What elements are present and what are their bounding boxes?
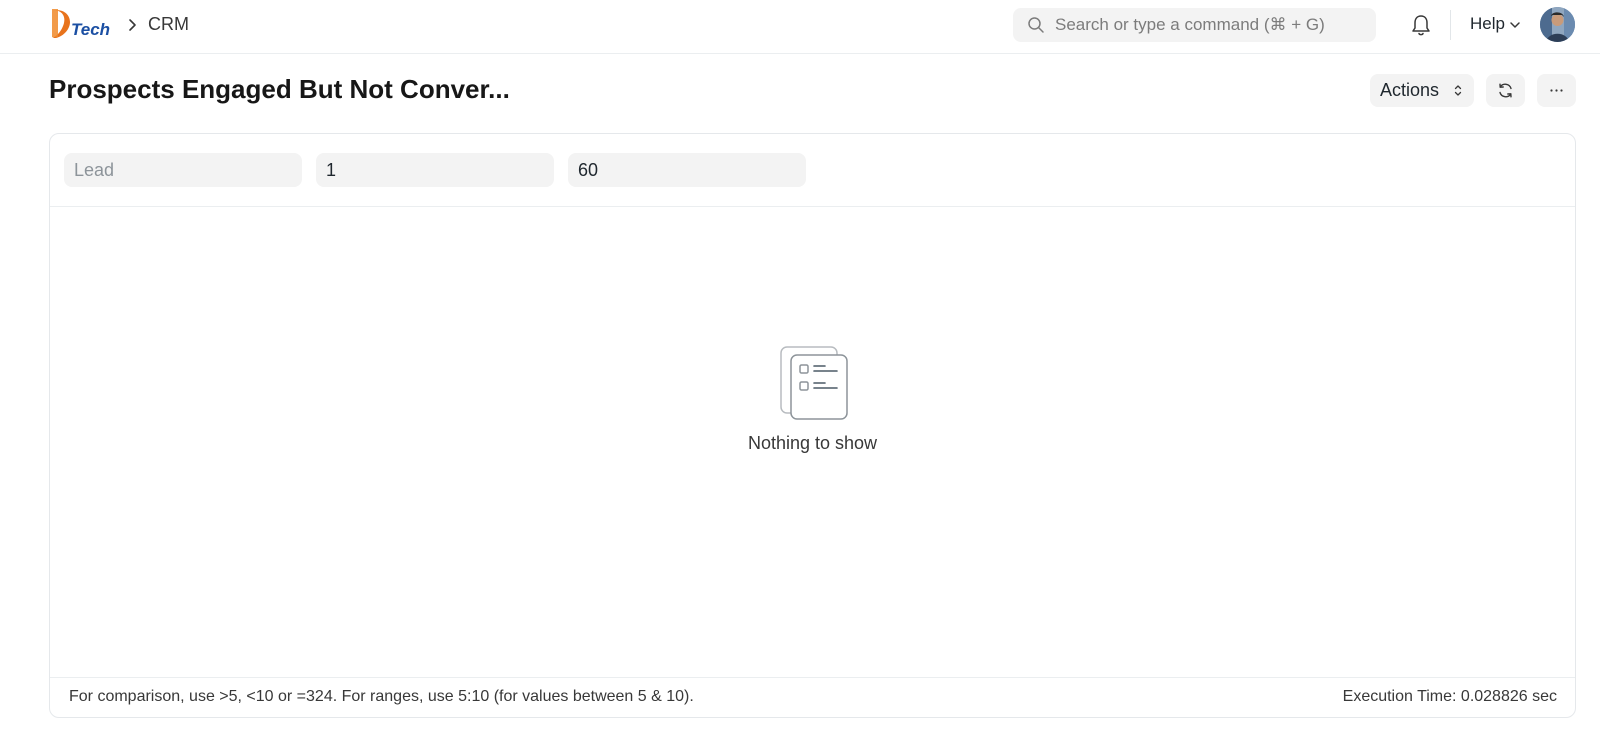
chevron-down-icon[interactable] xyxy=(1509,20,1521,30)
actions-label: Actions xyxy=(1380,80,1440,100)
notification-bell-icon[interactable] xyxy=(1410,13,1432,37)
user-avatar[interactable] xyxy=(1540,7,1575,42)
refresh-button[interactable] xyxy=(1486,74,1525,107)
page-title: Prospects Engaged But Not Conver... xyxy=(49,74,510,104)
report-card: Nothing to show For comparison, use >5, … xyxy=(49,133,1576,718)
filter-field-2[interactable] xyxy=(316,153,554,187)
app-logo[interactable]: Tech xyxy=(50,7,112,41)
execution-time: Execution Time: 0.028826 sec xyxy=(1342,688,1557,705)
navbar: Tech CRM Help xyxy=(0,0,1600,54)
sort-arrows-icon xyxy=(1454,85,1462,96)
chevron-right-icon xyxy=(129,19,136,31)
more-horizontal-icon xyxy=(1550,89,1563,92)
filter-field-3[interactable] xyxy=(568,153,806,187)
navbar-divider xyxy=(1450,10,1451,40)
more-options-button[interactable] xyxy=(1537,74,1576,107)
empty-state: Nothing to show xyxy=(50,207,1575,672)
filter-help-text: For comparison, use >5, <10 or =324. For… xyxy=(69,688,694,705)
search-bar[interactable] xyxy=(1013,8,1376,42)
help-menu[interactable]: Help xyxy=(1470,14,1505,34)
report-footer: For comparison, use >5, <10 or =324. For… xyxy=(50,677,1575,717)
empty-message: Nothing to show xyxy=(747,433,878,453)
actions-button[interactable]: Actions xyxy=(1370,74,1474,107)
lead-filter[interactable] xyxy=(64,153,302,187)
empty-list-icon xyxy=(780,346,848,420)
search-input[interactable] xyxy=(1055,8,1365,42)
search-icon xyxy=(1028,17,1044,33)
breadcrumb-crm[interactable]: CRM xyxy=(148,14,189,35)
svg-text:Tech: Tech xyxy=(71,20,110,39)
filter-bar xyxy=(50,134,1575,207)
refresh-icon xyxy=(1499,83,1512,98)
